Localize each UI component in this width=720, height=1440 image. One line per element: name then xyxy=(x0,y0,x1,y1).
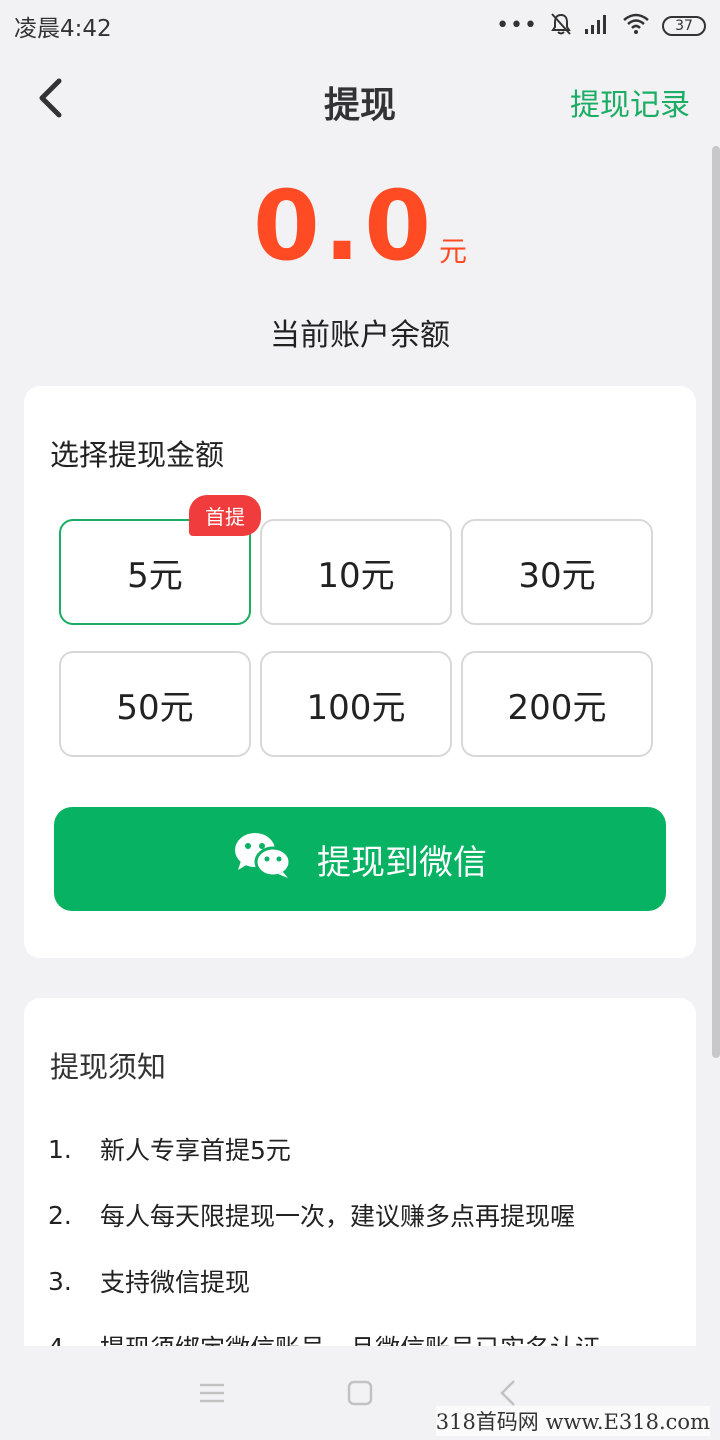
notice-item: 2. 每人每天限提现一次，建议赚多点再提现喔 xyxy=(48,1182,678,1248)
balance-unit: 元 xyxy=(439,235,468,268)
amount-option-5[interactable]: 5元 首提 xyxy=(59,495,261,625)
amount-option-30[interactable]: 30元 xyxy=(461,519,653,625)
first-withdraw-badge: 首提 xyxy=(189,495,261,536)
amount-option-100[interactable]: 100元 xyxy=(260,651,452,757)
balance-section: 0.0 元 当前账户余额 xyxy=(0,178,720,354)
battery-indicator: 37 xyxy=(662,16,706,36)
notice-text: 每人每天限提现一次，建议赚多点再提现喔 xyxy=(100,1202,576,1231)
notice-number: 2. xyxy=(48,1200,72,1230)
amount-option-200[interactable]: 200元 xyxy=(461,651,653,757)
notice-number: 1. xyxy=(48,1134,72,1164)
watermark: 318首码网 www.E318.com xyxy=(435,1406,710,1436)
amount-option-label: 100元 xyxy=(306,687,406,728)
amount-card-title: 选择提现金额 xyxy=(50,438,225,472)
bell-off-icon xyxy=(550,12,572,40)
notice-item: 3. 支持微信提现 xyxy=(48,1248,678,1314)
withdraw-page: 凌晨4:42 ••• 37 提现 提现记录 0.0 元 当前账户余额 选择提现金… xyxy=(0,0,720,1440)
status-bar: 凌晨4:42 ••• 37 xyxy=(0,0,720,52)
status-time: 凌晨4:42 xyxy=(14,16,112,42)
amount-option-label: 30元 xyxy=(518,555,596,596)
notice-list: 1. 新人专享首提5元 2. 每人每天限提现一次，建议赚多点再提现喔 3. 支持… xyxy=(48,1116,678,1380)
wechat-icon xyxy=(233,831,293,888)
signal-icon xyxy=(584,13,610,39)
status-icons: ••• 37 xyxy=(496,12,706,40)
amount-option-label: 5元 xyxy=(127,555,183,596)
home-square-icon[interactable] xyxy=(346,1379,374,1407)
amount-option-label: 200元 xyxy=(507,687,607,728)
amount-card: 选择提现金额 5元 首提 10元 30元 50元 100元 200元 提现到微信 xyxy=(24,386,696,958)
amount-option-label: 10元 xyxy=(317,555,395,596)
more-dots-icon: ••• xyxy=(496,13,538,38)
balance-label: 当前账户余额 xyxy=(270,318,450,353)
wifi-icon xyxy=(622,13,650,39)
notice-title: 提现须知 xyxy=(50,1050,167,1084)
menu-icon[interactable] xyxy=(198,1379,226,1407)
withdraw-to-wechat-button[interactable]: 提现到微信 xyxy=(54,807,666,911)
balance-value: 0.0 xyxy=(252,170,436,282)
withdraw-button-label: 提现到微信 xyxy=(317,842,487,883)
back-triangle-icon[interactable] xyxy=(494,1379,522,1407)
notice-text: 支持微信提现 xyxy=(100,1268,251,1297)
amount-option-label: 50元 xyxy=(116,687,194,728)
withdraw-record-link[interactable]: 提现记录 xyxy=(570,80,690,124)
amount-option-10[interactable]: 10元 xyxy=(260,519,452,625)
notice-item: 1. 新人专享首提5元 xyxy=(48,1116,678,1182)
notice-text: 新人专享首提5元 xyxy=(100,1136,291,1165)
notice-number: 3. xyxy=(48,1266,72,1296)
amount-option-50[interactable]: 50元 xyxy=(59,651,251,757)
nav-bar: 提现 提现记录 xyxy=(0,52,720,148)
amount-grid: 5元 首提 10元 30元 50元 100元 200元 xyxy=(59,495,653,757)
